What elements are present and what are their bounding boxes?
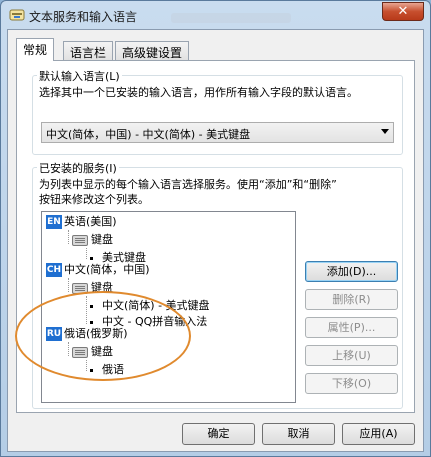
move-down-button[interactable]: 下移(O): [305, 373, 398, 394]
close-button[interactable]: ✕: [382, 2, 424, 21]
chevron-down-icon: [381, 129, 389, 134]
tree-node-keyboard[interactable]: 键盘: [72, 232, 113, 248]
default-language-value: 中文(简体，中国) - 中文(简体) - 美式键盘: [46, 128, 251, 141]
bullet-icon: [90, 256, 93, 260]
dialog-window: 文本服务和输入语言 ✕ 常规 语言栏 高级键设置 默认输入语言(L) 选择其中一…: [0, 0, 431, 457]
cancel-button[interactable]: 取消: [262, 423, 335, 445]
tab-advanced-key-settings[interactable]: 高级键设置: [115, 41, 190, 60]
tree-node-keyboard[interactable]: 键盘: [72, 280, 113, 296]
ok-button[interactable]: 确定: [182, 423, 255, 445]
watermark: [171, 13, 291, 23]
default-language-description: 选择其中一个已安装的输入语言，用作所有输入字段的默认语言。: [39, 86, 358, 99]
tree-node-chinese-simplified[interactable]: CH 中文(简体，中国): [46, 262, 150, 278]
category-label: 键盘: [91, 281, 113, 294]
tree-node-russian-keyboard[interactable]: 俄语: [90, 362, 124, 378]
installed-services-tree[interactable]: EN 英语(美国) 键盘 美式键盘 CH 中文(简体，中国) 键盘 中文(简体) -…: [41, 211, 296, 403]
language-label: 俄语(俄罗斯): [64, 327, 128, 340]
keyboard-icon: [72, 234, 88, 246]
installed-services-description: 为列表中显示的每个输入语言选择服务。使用“添加”和“删除” 按钮来修改这个列表。: [39, 177, 337, 207]
description-line-2: 按钮来修改这个列表。: [39, 193, 149, 206]
tree-connector: [68, 278, 69, 292]
tree-connector: [86, 248, 87, 259]
bullet-icon: [90, 320, 93, 324]
add-button[interactable]: 添加(D)...: [305, 261, 398, 282]
default-language-label: 默认输入语言(L): [37, 68, 122, 84]
move-up-button[interactable]: 上移(U): [305, 345, 398, 366]
tab-language-bar[interactable]: 语言栏: [63, 41, 114, 60]
properties-button[interactable]: 属性(P)...: [305, 317, 398, 338]
tree-node-keyboard[interactable]: 键盘: [72, 344, 113, 360]
tree-connector: [68, 342, 69, 356]
title-bar[interactable]: 文本服务和输入语言 ✕: [1, 1, 430, 29]
close-icon: ✕: [397, 4, 409, 19]
tree-connector: [86, 296, 87, 324]
remove-button[interactable]: 删除(R): [305, 289, 398, 310]
keyboard-settings-icon: [9, 9, 25, 21]
bullet-icon: [90, 304, 93, 308]
category-label: 键盘: [91, 345, 113, 358]
window-title: 文本服务和输入语言: [29, 10, 138, 24]
language-label: 中文(简体，中国): [64, 263, 150, 276]
tree-node-chinese-us-keyboard[interactable]: 中文(简体) - 美式键盘: [90, 298, 210, 314]
keyboard-icon: [72, 346, 88, 358]
tree-connector: [86, 360, 87, 371]
tree-node-english-us[interactable]: EN 英语(美国): [46, 214, 117, 230]
tree-connector: [68, 230, 69, 244]
dialog-body: 常规 语言栏 高级键设置 默认输入语言(L) 选择其中一个已安装的输入语言，用作…: [7, 29, 424, 452]
language-label: 英语(美国): [64, 215, 117, 228]
tab-general[interactable]: 常规: [16, 38, 55, 61]
description-line-1: 为列表中显示的每个输入语言选择服务。使用“添加”和“删除”: [39, 178, 337, 191]
apply-button[interactable]: 应用(A): [342, 423, 415, 445]
language-badge-ch: CH: [46, 263, 62, 277]
category-label: 键盘: [91, 233, 113, 246]
installed-services-label: 已安装的服务(I): [37, 160, 119, 176]
keyboard-icon: [72, 282, 88, 294]
language-badge-en: EN: [46, 215, 62, 229]
tab-panel-general: 默认输入语言(L) 选择其中一个已安装的输入语言，用作所有输入字段的默认语言。 …: [16, 60, 415, 413]
default-language-select[interactable]: 中文(简体，中国) - 中文(简体) - 美式键盘: [41, 122, 394, 143]
service-label: 中文(简体) - 美式键盘: [102, 299, 210, 312]
tree-node-russian[interactable]: RU 俄语(俄罗斯): [46, 326, 128, 342]
bullet-icon: [90, 368, 93, 372]
service-label: 俄语: [102, 363, 124, 376]
language-badge-ru: RU: [46, 327, 62, 341]
